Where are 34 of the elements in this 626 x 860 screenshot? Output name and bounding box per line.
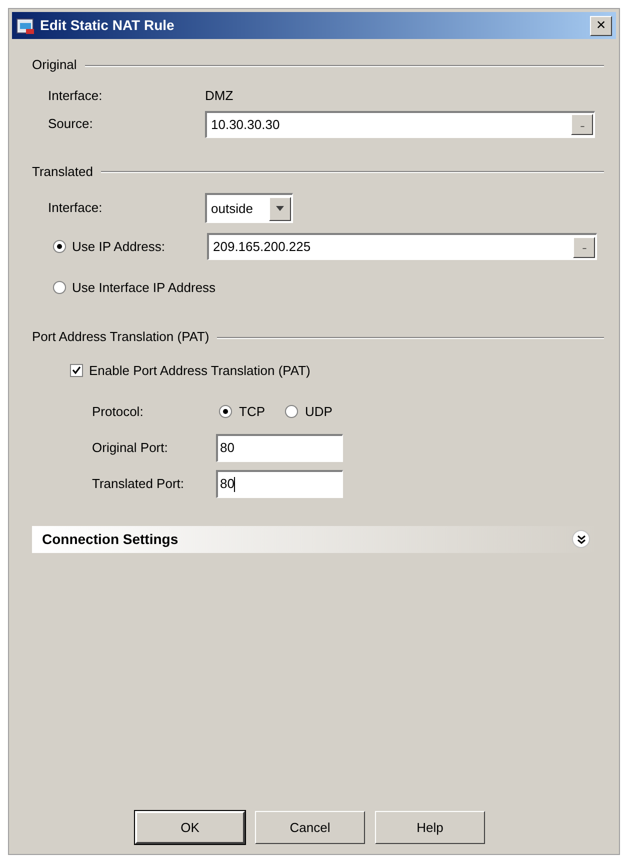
radio-button[interactable] xyxy=(53,281,66,294)
section-heading: Original xyxy=(32,56,77,74)
interface-dropdown[interactable]: outside xyxy=(205,193,293,223)
field-label: Translated Port: xyxy=(92,474,186,493)
browse-button[interactable]: ... xyxy=(573,236,595,258)
field-label: Original Port: xyxy=(92,438,169,457)
expand-chevron-icon[interactable] xyxy=(572,530,590,548)
section-heading: Translated xyxy=(32,162,93,180)
field-label: Protocol: xyxy=(92,403,144,421)
radio-button[interactable] xyxy=(53,240,66,253)
checkbox-label: Enable Port Address Translation (PAT) xyxy=(89,362,310,380)
source-field[interactable]: 10.30.30.30 ... xyxy=(205,110,595,138)
window-title: Edit Static NAT Rule xyxy=(40,16,176,35)
interface-value: DMZ xyxy=(205,86,234,105)
radio-label: Use Interface IP Address xyxy=(72,278,216,297)
port-field[interactable]: 80 xyxy=(216,434,343,462)
app-icon xyxy=(16,16,36,34)
dialog-button[interactable]: Cancel xyxy=(255,811,365,844)
checkbox[interactable] xyxy=(70,364,83,377)
close-button[interactable]: × xyxy=(590,16,612,36)
browse-button[interactable]: ... xyxy=(571,114,593,135)
section-heading: Port Address Translation (PAT) xyxy=(32,328,210,346)
field-label: Interface: xyxy=(48,86,104,105)
ip-address-field[interactable]: 209.165.200.225 ... xyxy=(207,233,597,260)
field-label: Source: xyxy=(48,115,94,134)
dialog-button[interactable]: Help xyxy=(375,811,485,844)
radio-label: UDP xyxy=(305,403,332,421)
port-field[interactable]: 80 xyxy=(216,470,343,498)
field-label: Interface: xyxy=(48,199,104,218)
dialog-button[interactable]: OK xyxy=(135,811,245,844)
radio-label: TCP xyxy=(239,403,265,421)
radio-label: Use IP Address: xyxy=(72,238,165,256)
radio-button[interactable] xyxy=(285,405,298,418)
radio-button[interactable] xyxy=(219,405,232,418)
